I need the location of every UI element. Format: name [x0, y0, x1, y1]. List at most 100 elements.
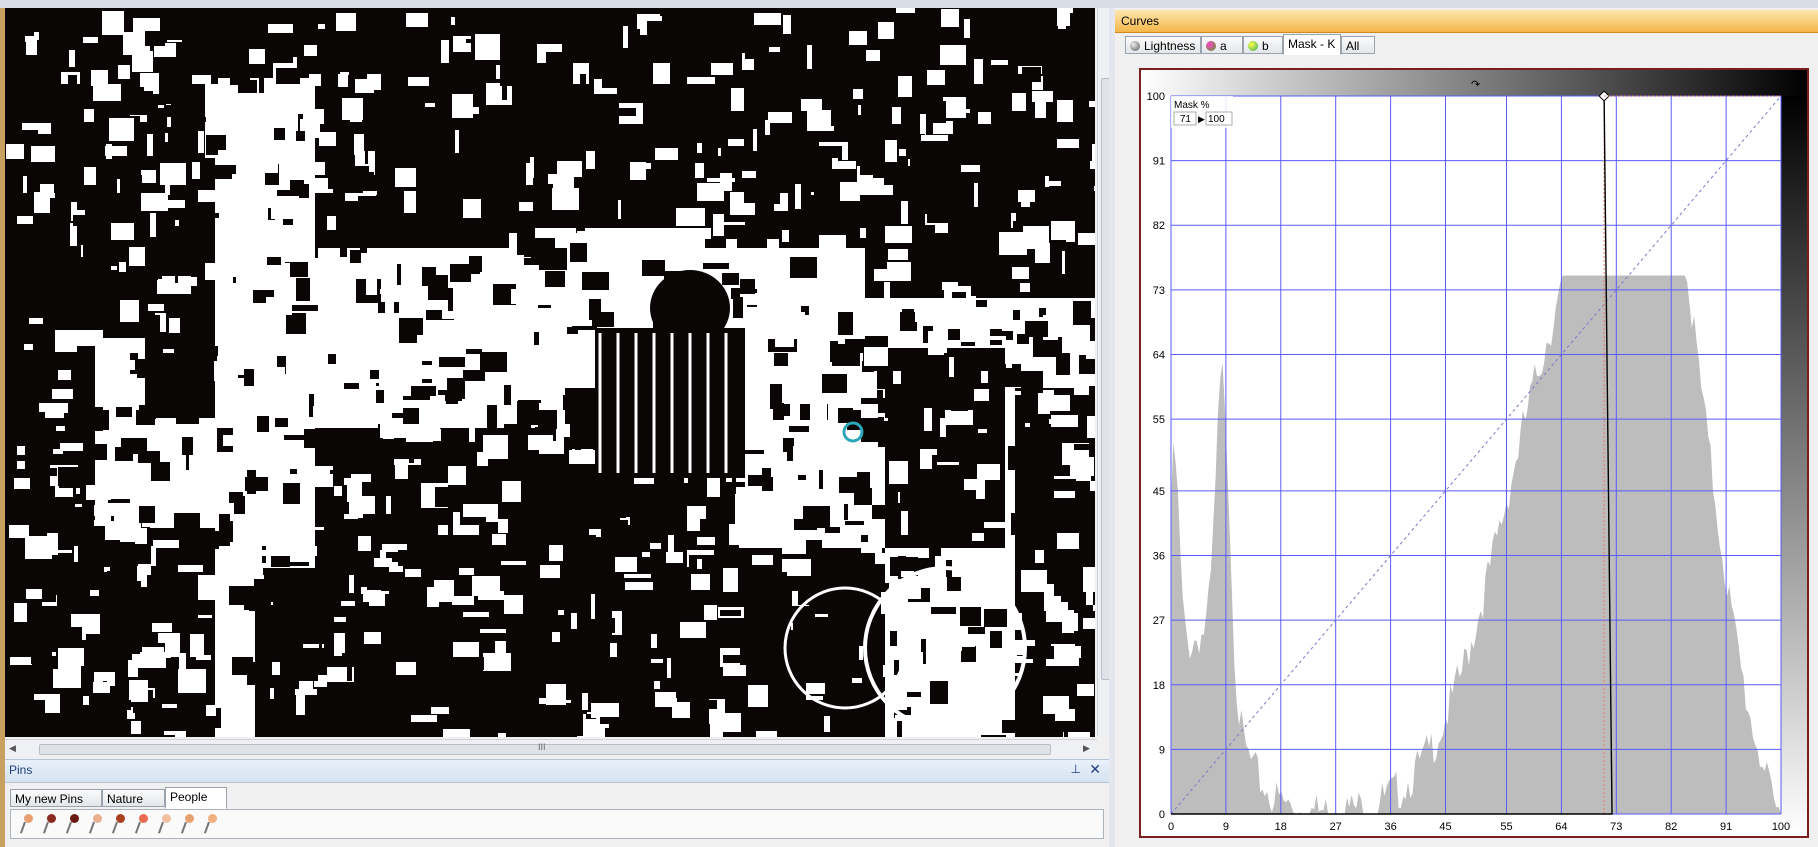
pin-icon[interactable]: [180, 814, 196, 836]
image-speckle: [102, 11, 124, 35]
image-speckle: [152, 623, 172, 632]
image-speckle: [816, 490, 823, 498]
image-speckle: [98, 8, 102, 25]
image-speckle: [838, 312, 853, 335]
image-speckle: [723, 655, 749, 663]
image-speckle: [477, 452, 488, 466]
pin-icon[interactable]: [65, 814, 81, 836]
pushpin-icon[interactable]: ⊥: [1071, 762, 1081, 776]
image-speckle: [609, 108, 636, 116]
image-speckle: [439, 357, 465, 367]
image-speckle: [459, 568, 474, 575]
image-speckle: [58, 648, 84, 666]
image-speckle: [116, 407, 132, 418]
image-speckle: [552, 632, 560, 642]
image-speckle: [742, 171, 756, 178]
image-speckle: [985, 99, 1007, 108]
pin-icon[interactable]: [19, 814, 35, 836]
horizontal-scroll-thumb[interactable]: III: [39, 742, 1051, 755]
image-speckle: [981, 735, 1006, 737]
image-speckle: [807, 45, 812, 69]
image-speckle: [172, 130, 186, 149]
image-speckle: [315, 234, 318, 258]
image-speckle: [221, 417, 241, 429]
image-speckle: [244, 227, 263, 232]
image-speckle: [283, 219, 293, 225]
close-icon[interactable]: ✕: [1089, 761, 1101, 778]
image-speckle: [653, 63, 670, 84]
image-speckle: [515, 166, 520, 175]
image-speckle: [191, 213, 219, 218]
image-speckle: [147, 134, 153, 156]
image-speckle: [806, 683, 825, 694]
image-speckle: [1025, 423, 1030, 427]
image-speckle: [107, 571, 132, 575]
curve-direction-icon[interactable]: ↷: [1471, 79, 1480, 91]
image-speckle: [1021, 371, 1043, 393]
y-tick-label: 82: [1153, 220, 1165, 232]
image-speckle: [501, 255, 524, 275]
image-viewer[interactable]: ◀ III ▶: [5, 8, 1114, 759]
tab-b[interactable]: b: [1243, 36, 1283, 54]
image-speckle: [612, 294, 637, 302]
image-speckle: [844, 504, 848, 520]
scroll-right-arrow-icon[interactable]: ▶: [1083, 743, 1090, 754]
image-speckle: [451, 507, 459, 510]
image-speckle: [548, 364, 552, 376]
image-speckle: [361, 602, 369, 623]
image-speckle: [387, 141, 398, 161]
tab-a[interactable]: a: [1201, 36, 1243, 54]
tab-my-new-pins[interactable]: My new Pins (0): [10, 789, 102, 824]
image-speckle: [406, 13, 428, 27]
image-speckle: [901, 511, 908, 535]
tab-all[interactable]: All: [1341, 36, 1375, 54]
image-speckle: [655, 148, 678, 160]
pin-icon[interactable]: [157, 814, 173, 836]
tab-mask-k[interactable]: Mask - K: [1283, 34, 1341, 55]
image-speckle: [343, 447, 363, 455]
image-speckle: [249, 114, 266, 124]
image-speckle: [613, 487, 621, 491]
image-speckle: [304, 45, 317, 56]
image-speckle: [718, 713, 741, 732]
image-speckle: [328, 171, 353, 189]
image-speckle: [199, 540, 219, 549]
image-speckle: [437, 352, 464, 357]
image-speckle: [214, 457, 219, 462]
horizontal-scrollbar[interactable]: ◀ III ▶: [5, 739, 1097, 758]
scroll-left-arrow-icon[interactable]: ◀: [9, 743, 16, 754]
image-speckle: [534, 332, 539, 345]
pin-icon[interactable]: [203, 814, 219, 836]
image-speckle: [1032, 91, 1053, 102]
pin-icon[interactable]: [134, 814, 150, 836]
image-speckle: [1012, 93, 1026, 111]
tab-people[interactable]: People (9): [165, 787, 227, 822]
pin-icon[interactable]: [88, 814, 104, 836]
image-speckle: [283, 402, 299, 406]
tab-lightness[interactable]: Lightness: [1125, 36, 1201, 54]
pin-icon[interactable]: [42, 814, 58, 836]
image-speckle: [974, 389, 989, 401]
image-canvas[interactable]: [5, 8, 1095, 737]
image-speckle: [453, 642, 479, 657]
image-speckle: [1022, 67, 1041, 82]
curves-graph[interactable]: ↷ 0 9 18 27 36 45 55 64 73 82 91 100 100 91 82 73 64 55 45…: [1141, 70, 1807, 836]
image-speckle: [442, 90, 465, 93]
image-speckle: [504, 595, 523, 614]
image-speckle: [981, 371, 988, 383]
image-speckle: [632, 163, 651, 169]
image-speckle: [694, 228, 711, 239]
image-speckle: [59, 253, 81, 274]
image-speckle: [186, 117, 206, 122]
image-speckle: [1002, 720, 1030, 733]
image-speckle: [1056, 159, 1084, 178]
image-speckle: [119, 262, 126, 272]
tab-nature[interactable]: Nature (15): [102, 789, 165, 824]
curves-editor[interactable]: ↷ 0 9 18 27 36 45 55 64 73 82 91 100 100 91 82 73 64 55 45…: [1139, 68, 1809, 838]
image-speckle: [642, 260, 665, 276]
image-speckle: [451, 17, 455, 25]
image-speckle: [131, 721, 141, 734]
pins-title-bar: Pins ⊥ ✕: [5, 759, 1109, 783]
pin-icon[interactable]: [111, 814, 127, 836]
image-speckle: [363, 191, 377, 196]
